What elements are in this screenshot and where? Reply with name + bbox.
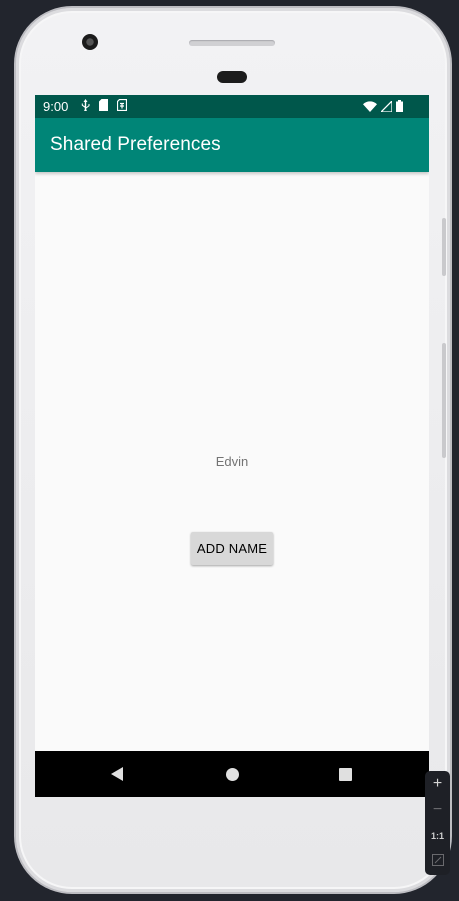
fit-screen-icon (431, 853, 444, 871)
zoom-out-button[interactable]: − (425, 797, 450, 823)
sd-card-icon (99, 99, 108, 111)
back-icon[interactable] (111, 767, 123, 781)
usb-debug-icon (81, 99, 90, 111)
front-camera (82, 34, 98, 50)
actual-size-button[interactable]: 1:1 (425, 823, 450, 849)
zoom-in-button[interactable]: + (425, 771, 450, 797)
earpiece-speaker (189, 40, 275, 46)
power-button[interactable] (442, 218, 446, 276)
battery-icon (396, 100, 403, 112)
fit-screen-button[interactable] (425, 849, 450, 875)
volume-button[interactable] (442, 343, 446, 458)
status-bar: 9:00 (35, 95, 429, 118)
home-icon[interactable] (226, 768, 239, 781)
status-system-icons (363, 100, 403, 112)
wifi-icon (363, 100, 377, 112)
emulator-zoom-toolbar: + − 1:1 (425, 771, 450, 875)
cell-signal-icon (381, 100, 392, 112)
saved-name-text: Edvin (215, 454, 249, 469)
sim-icon (117, 99, 127, 111)
add-name-button[interactable]: ADD NAME (191, 532, 273, 565)
status-time: 9:00 (43, 99, 69, 114)
main-content: Edvin ADD NAME (35, 172, 429, 751)
status-notification-icons (81, 99, 127, 111)
proximity-sensor (217, 71, 247, 83)
app-bar: Shared Preferences (35, 118, 429, 172)
recent-apps-icon[interactable] (339, 768, 352, 781)
navigation-bar (35, 751, 429, 797)
device-screen: 9:00 Shared Preferences Edvin ADD NAME (35, 95, 429, 797)
app-title: Shared Preferences (50, 134, 221, 155)
